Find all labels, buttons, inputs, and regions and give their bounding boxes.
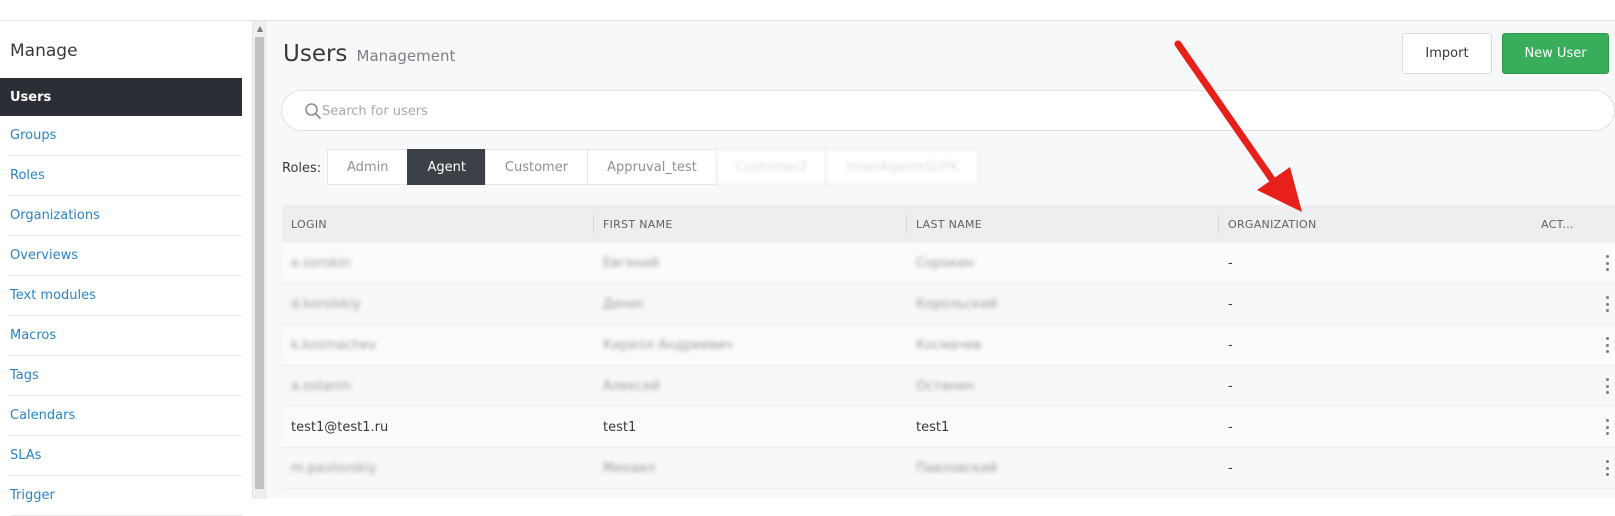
role-tab-appruval-test[interactable]: Appruval_test (587, 149, 717, 185)
table-row[interactable]: k.kosmachev Кирилл Андреевич Космачев - (282, 325, 1615, 366)
cell-login[interactable]: a.ostanin (291, 366, 351, 406)
table-row[interactable]: e.sorokin Евгений Сорокин - (282, 243, 1615, 284)
table-row[interactable]: a.ostanin Алексей Останин - (282, 366, 1615, 407)
top-bar (0, 0, 1615, 21)
cell-login[interactable]: d.korolskiy (291, 284, 361, 324)
column-header-actions[interactable]: ACT... (1541, 205, 1574, 243)
sidebar-title: Manage (10, 41, 78, 61)
page-title: Users Management (283, 41, 455, 67)
sidebar-item-groups[interactable]: Groups (10, 116, 242, 156)
column-divider (906, 214, 907, 234)
cell-first-name[interactable]: Евгений (603, 243, 659, 283)
cell-first-name[interactable]: Денис (603, 284, 645, 324)
cell-organization: - (1228, 255, 1233, 271)
sidebar-item-tags[interactable]: Tags (10, 356, 242, 396)
sidebar-item-users[interactable]: Users (0, 78, 242, 116)
sidebar: Manage Users Groups Roles Organizations … (0, 21, 242, 516)
cell-last-name[interactable]: Останин (916, 366, 974, 406)
page-title-sub: Management (356, 47, 456, 65)
search-input[interactable] (322, 99, 1582, 123)
sidebar-item-macros[interactable]: Macros (10, 316, 242, 356)
cell-organization: - (1228, 378, 1233, 394)
cell-login[interactable]: m.pavlovskiy (291, 448, 377, 488)
table-row[interactable]: m.pavlovskiy Михаил Павловский - (282, 448, 1615, 489)
cell-login[interactable]: e.sorokin (291, 243, 350, 283)
cell-first-name[interactable]: Михаил (603, 448, 655, 488)
sidebar-item-overviews[interactable]: Overviews (10, 236, 242, 276)
sidebar-item-text-modules[interactable]: Text modules (10, 276, 242, 316)
sidebar-item-roles[interactable]: Roles (10, 156, 242, 196)
table-header: LOGIN FIRST NAME LAST NAME ORGANIZATION … (282, 205, 1615, 243)
main-content: Users Management Import New User Roles: … (266, 21, 1615, 499)
scroll-up-arrow-icon[interactable]: ▲ (253, 23, 267, 35)
cell-first-name[interactable]: test1 (603, 407, 636, 447)
cell-organization: - (1228, 460, 1233, 476)
search-icon (305, 103, 321, 119)
cell-last-name[interactable]: test1 (916, 407, 949, 447)
column-divider (593, 214, 594, 234)
sidebar-item-organizations[interactable]: Organizations (10, 196, 242, 236)
table-row[interactable]: d.korolskiy Денис Корольский - (282, 284, 1615, 325)
row-actions-icon[interactable] (1605, 296, 1609, 312)
sidebar-item-slas[interactable]: SLAs (10, 436, 242, 476)
cell-last-name[interactable]: Павловский (916, 448, 997, 488)
role-tab-inneragents[interactable]: InnerAgentsSUPK (826, 149, 980, 185)
sidebar-nav: Users Groups Roles Organizations Overvie… (0, 78, 242, 516)
row-actions-icon[interactable] (1605, 460, 1609, 476)
cell-last-name[interactable]: Сорокин (916, 243, 974, 283)
column-divider (1218, 214, 1219, 234)
table-body: e.sorokin Евгений Сорокин - d.korolskiy … (282, 243, 1615, 489)
scrollbar-thumb[interactable] (255, 37, 264, 489)
cell-organization: - (1228, 337, 1233, 353)
users-table: LOGIN FIRST NAME LAST NAME ORGANIZATION … (282, 205, 1615, 489)
page-title-main: Users (283, 41, 348, 67)
cell-organization: - (1228, 296, 1233, 312)
roles-label: Roles: (282, 161, 322, 176)
row-actions-icon[interactable] (1605, 419, 1609, 435)
table-row[interactable]: test1@test1.ru test1 test1 - (282, 407, 1615, 448)
column-header-login[interactable]: LOGIN (291, 205, 327, 243)
sidebar-item-calendars[interactable]: Calendars (10, 396, 242, 436)
column-header-first-name[interactable]: FIRST NAME (603, 205, 673, 243)
sidebar-scrollbar[interactable]: ▲ (252, 21, 266, 499)
cell-login[interactable]: test1@test1.ru (291, 407, 388, 447)
import-button[interactable]: Import (1402, 33, 1492, 74)
column-header-organization[interactable]: ORGANIZATION (1228, 205, 1316, 243)
new-user-button[interactable]: New User (1502, 33, 1609, 74)
cell-first-name[interactable]: Кирилл Андреевич (603, 325, 733, 365)
column-header-last-name[interactable]: LAST NAME (916, 205, 982, 243)
sidebar-item-trigger[interactable]: Trigger (10, 476, 242, 516)
role-tab-customer[interactable]: Customer (484, 149, 589, 185)
cell-last-name[interactable]: Корольский (916, 284, 997, 324)
role-tab-agent[interactable]: Agent (407, 149, 486, 185)
row-actions-icon[interactable] (1605, 337, 1609, 353)
cell-first-name[interactable]: Алексей (603, 366, 660, 406)
role-tab-admin[interactable]: Admin (327, 149, 409, 185)
cell-login[interactable]: k.kosmachev (291, 325, 376, 365)
role-filter-tabs: Admin Agent Customer Appruval_test Custo… (327, 149, 980, 185)
cell-organization: - (1228, 419, 1233, 435)
search-box (281, 90, 1615, 131)
cell-last-name[interactable]: Космачев (916, 325, 981, 365)
row-actions-icon[interactable] (1605, 378, 1609, 394)
role-tab-customer2[interactable]: Customer2 (715, 149, 828, 185)
row-actions-icon[interactable] (1605, 255, 1609, 271)
